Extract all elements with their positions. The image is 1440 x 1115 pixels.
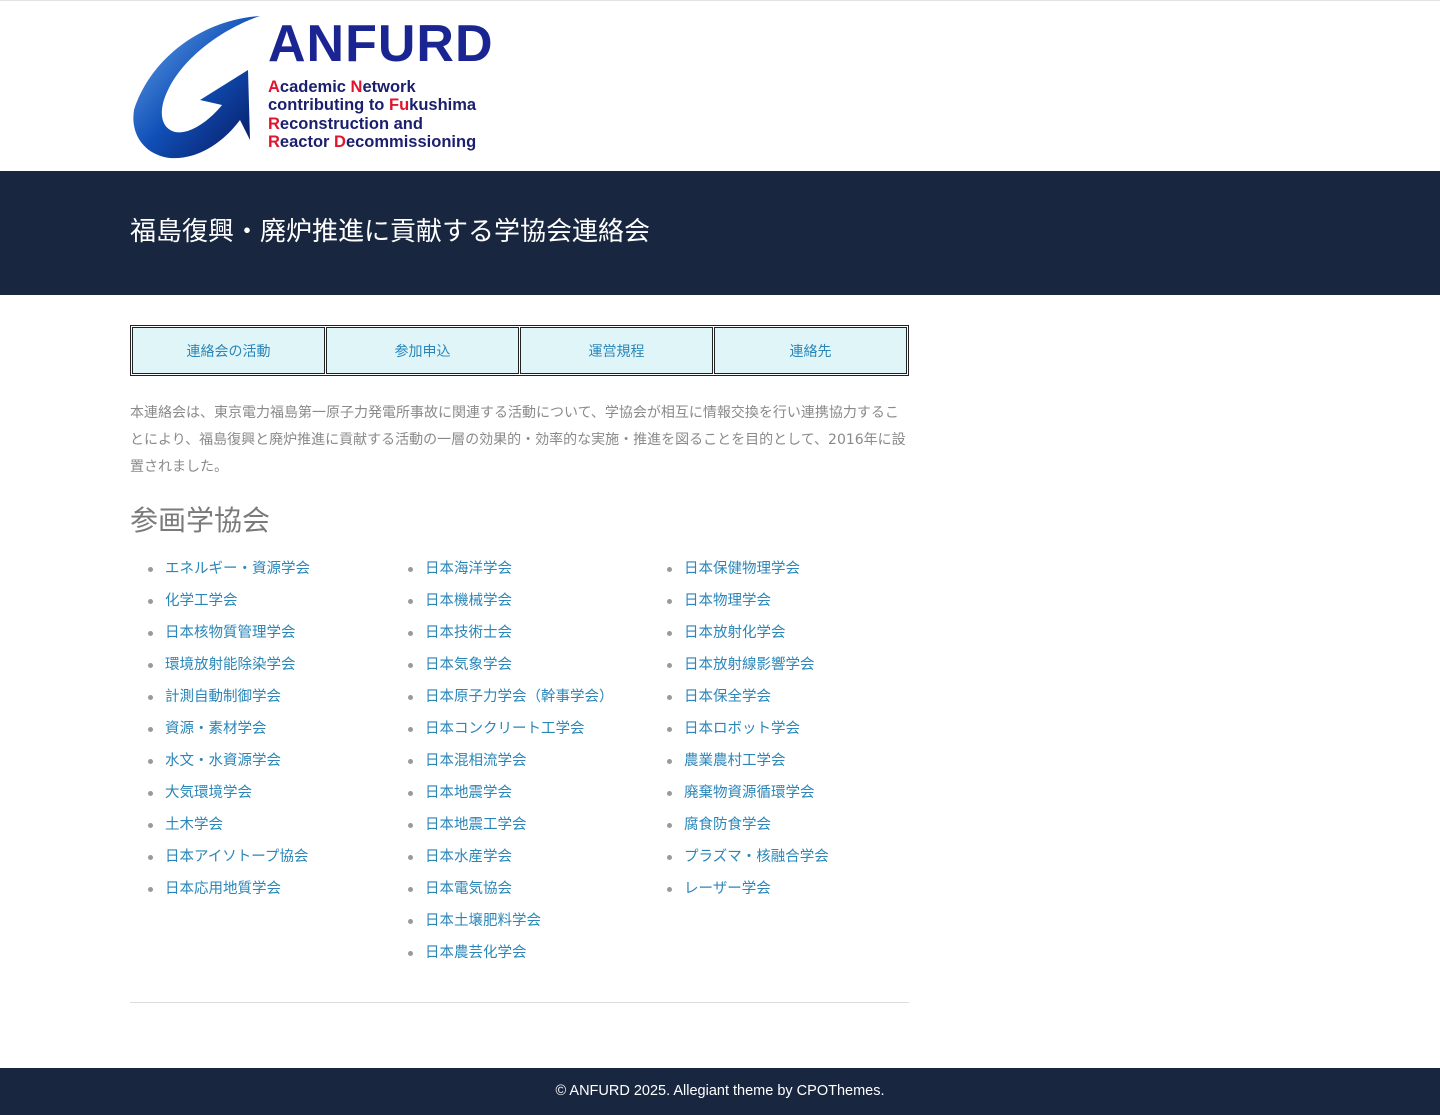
member-society-link[interactable]: 日本農芸化学会 [390,939,614,971]
member-society-link[interactable]: 日本技術士会 [390,619,614,651]
top-border [0,0,1440,1]
nav-link-apply[interactable]: 参加申込 [326,327,519,374]
member-society-link[interactable]: 廃棄物資源循環学会 [649,779,829,811]
member-society-link[interactable]: 化学工学会 [130,587,310,619]
member-society-link[interactable]: 日本地震学会 [390,779,614,811]
member-society-link[interactable]: 日本応用地質学会 [130,875,310,907]
member-society-link[interactable]: 大気環境学会 [130,779,310,811]
member-society-link[interactable]: 資源・素材学会 [130,715,310,747]
member-society-link[interactable]: 環境放射能除染学会 [130,651,310,683]
member-society-link[interactable]: 日本保健物理学会 [649,555,829,587]
member-society-link[interactable]: 日本ロボット学会 [649,715,829,747]
nav-link-rules[interactable]: 運営規程 [520,327,713,374]
member-society-link[interactable]: 水文・水資源学会 [130,747,310,779]
member-society-link[interactable]: プラズマ・核融合学会 [649,843,829,875]
member-society-link[interactable]: 日本混相流学会 [390,747,614,779]
nav-table: 連絡会の活動 参加申込 運営規程 連絡先 [130,325,909,376]
page-banner: 福島復興・廃炉推進に貢献する学協会連絡会 [0,171,1440,295]
member-society-link[interactable]: 日本コンクリート工学会 [390,715,614,747]
member-society-link[interactable]: 日本気象学会 [390,651,614,683]
member-society-link[interactable]: 日本機械学会 [390,587,614,619]
member-society-link[interactable]: レーザー学会 [649,875,829,907]
member-society-link[interactable]: 日本地震工学会 [390,811,614,843]
member-society-link[interactable]: 土木学会 [130,811,310,843]
members-list-col2: 日本海洋学会 日本機械学会 日本技術士会 日本気象学会 日本原子力学会（幹事学会） 日本コ… [390,555,614,971]
content-divider [130,1002,909,1003]
nav-link-activities[interactable]: 連絡会の活動 [132,327,325,374]
logo-title: ANFURD [268,15,494,73]
logo-line-4: Reactor Decommissioning [268,132,477,151]
member-society-link[interactable]: 日本保全学会 [649,683,829,715]
logo-arrow-icon [133,16,260,159]
members-list-col1: エネルギー・資源学会 化学工学会 日本核物質管理学会 環境放射能除染学会 計測自動制御学… [130,555,310,907]
logo-line-1: Academic Network [268,78,416,96]
intro-text: 本連絡会は、東京電力福島第一原子力発電所事故に関連する活動について、学協会が相互… [130,405,906,475]
member-society-link[interactable]: 日本水産学会 [390,843,614,875]
members-list-col3: 日本保健物理学会 日本物理学会 日本放射化学会 日本放射線影響学会 日本保全学会 日本ロボ… [649,555,829,907]
member-society-link[interactable]: 日本原子力学会（幹事学会） [390,683,614,715]
page-title: 福島復興・廃炉推進に貢献する学協会連絡会 [130,217,651,247]
logo-line-2: contributing to Fukushima [268,96,477,115]
member-society-link[interactable]: エネルギー・資源学会 [130,555,310,587]
member-society-link[interactable]: 日本海洋学会 [390,555,614,587]
member-society-link[interactable]: 日本核物質管理学会 [130,619,310,651]
member-society-link[interactable]: 日本放射線影響学会 [649,651,829,683]
logo-tagline: Academic Network contributing to Fukushi… [268,78,476,151]
member-society-link[interactable]: 日本土壌肥料学会 [390,907,614,939]
member-society-link[interactable]: 日本放射化学会 [649,619,829,651]
member-society-link[interactable]: 農業農村工学会 [649,747,829,779]
member-society-link[interactable]: 腐食防食学会 [649,811,829,843]
logo-line-3: Reconstruction and [268,114,423,133]
nav-link-contact[interactable]: 連絡先 [714,327,907,374]
member-society-link[interactable]: 日本物理学会 [649,587,829,619]
members-heading: 参画学協会 [130,504,271,537]
member-society-link[interactable]: 計測自動制御学会 [130,683,310,715]
site-logo[interactable]: ANFURD Academic Network contributing to … [130,10,530,160]
member-society-link[interactable]: 日本電気協会 [390,875,614,907]
member-society-link[interactable]: 日本アイソトープ協会 [130,843,310,875]
site-footer: © ANFURD 2025. Allegiant theme by CPOThe… [0,1068,1440,1115]
footer-copyright: © ANFURD 2025. Allegiant theme by CPOThe… [555,1083,885,1099]
